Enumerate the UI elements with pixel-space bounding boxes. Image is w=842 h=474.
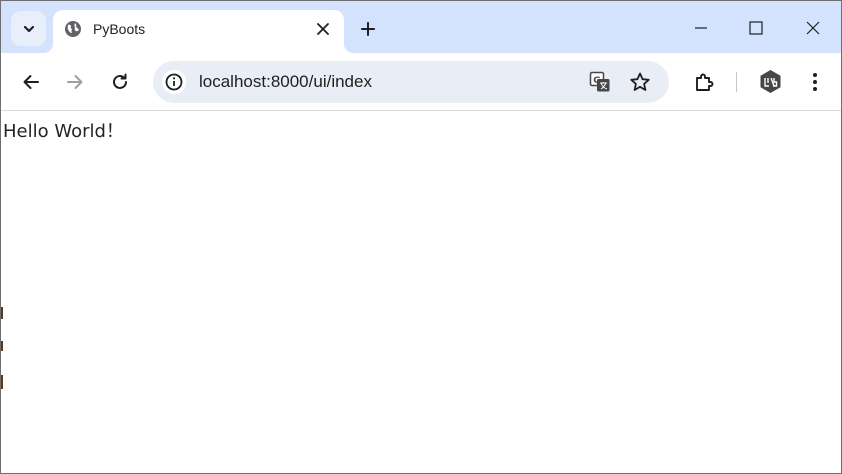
active-tab[interactable]: PyBoots — [43, 10, 354, 53]
background-window-edge — [1, 341, 3, 351]
minimize-button[interactable] — [686, 13, 716, 43]
maximize-icon — [749, 21, 763, 35]
arrow-left-icon — [23, 75, 39, 89]
forward-button[interactable] — [61, 68, 89, 96]
close-icon — [806, 21, 820, 35]
extensions-button[interactable] — [690, 68, 718, 96]
star-icon — [630, 72, 650, 91]
more-vertical-icon — [813, 73, 817, 91]
menu-button[interactable] — [801, 68, 829, 96]
browser-toolbar: localhost:8000/ui/index G — [1, 53, 841, 111]
reload-button[interactable] — [106, 68, 134, 96]
translate-button[interactable]: G — [588, 70, 612, 94]
profile-avatar-icon — [760, 70, 781, 93]
back-button[interactable] — [17, 68, 45, 96]
site-info-button[interactable] — [162, 70, 186, 94]
minimize-icon — [695, 27, 707, 29]
url-text[interactable]: localhost:8000/ui/index — [199, 72, 372, 92]
globe-icon — [65, 21, 81, 37]
chevron-down-icon — [23, 25, 34, 32]
info-icon — [165, 73, 183, 91]
tab-title: PyBoots — [93, 21, 146, 37]
svg-text:G: G — [593, 76, 600, 86]
bookmark-button[interactable] — [628, 70, 652, 94]
toolbar-separator — [736, 72, 737, 92]
page-heading: Hello World！ — [3, 121, 124, 142]
browser-window: PyBoots localhost:8000/ui/index G Hello … — [0, 0, 842, 474]
reload-icon — [113, 73, 127, 89]
tab-close-button[interactable] — [314, 20, 332, 38]
tab-search-button[interactable] — [11, 11, 46, 46]
background-window-edge — [1, 375, 3, 389]
translate-icon: G — [589, 71, 610, 92]
maximize-button[interactable] — [741, 13, 771, 43]
puzzle-icon — [696, 73, 714, 91]
page-content: Hello World！ — [1, 112, 841, 473]
profile-button[interactable] — [758, 69, 783, 94]
plus-icon — [361, 22, 375, 36]
close-window-button[interactable] — [798, 13, 828, 43]
close-icon — [317, 23, 329, 35]
new-tab-button[interactable] — [356, 17, 380, 41]
background-window-edge — [1, 307, 3, 319]
arrow-right-icon — [67, 75, 83, 89]
address-bar[interactable]: localhost:8000/ui/index G — [153, 61, 669, 103]
tab-strip: PyBoots — [1, 1, 841, 53]
